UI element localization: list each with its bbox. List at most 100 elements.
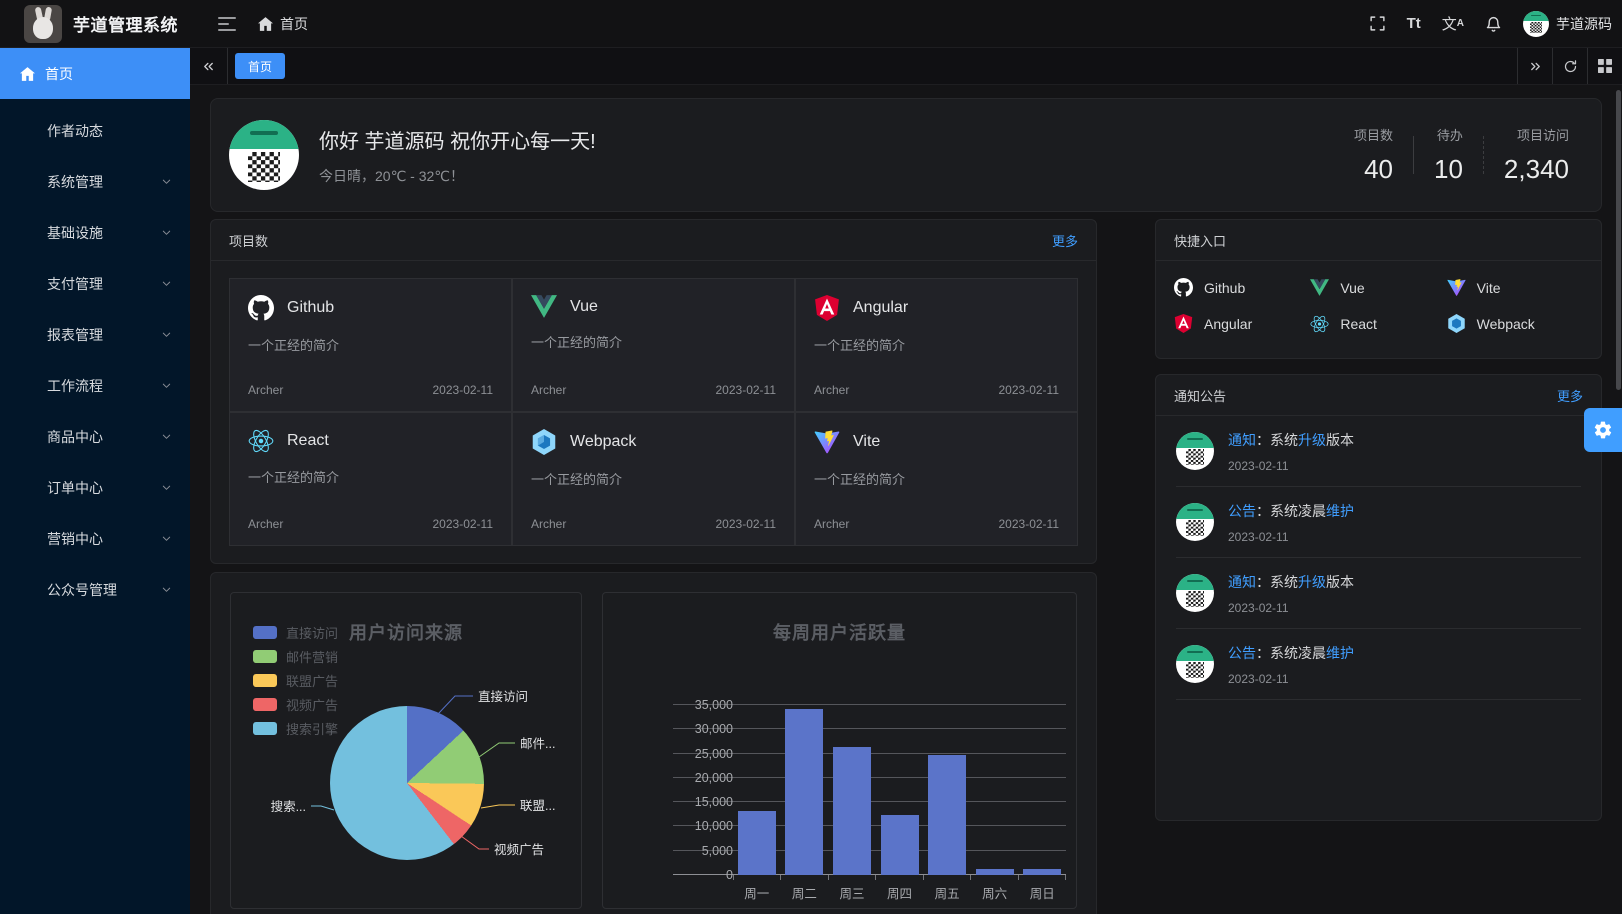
charts-card: 用户访问来源 直接访问 邮件营销 联盟广告 视频广告 搜索引擎 (210, 572, 1097, 914)
grid-layout-icon[interactable] (1587, 48, 1622, 84)
sidebar: 首页 作者动态 系统管理 基础设施 支付管理 报表管理 工作流程 商品中心 (0, 48, 190, 914)
project-date: 2023-02-11 (999, 517, 1060, 531)
qr-avatar (1176, 574, 1214, 612)
sidebar-item-payment[interactable]: 支付管理 (0, 258, 190, 309)
font-size-icon[interactable]: Tt (1407, 15, 1421, 32)
stats: 项目数 40 待办 10 项目访问 2,340 (1354, 125, 1569, 185)
project-date: 2023-02-11 (716, 517, 777, 531)
sidebar-item-system[interactable]: 系统管理 (0, 156, 190, 207)
shortcut-vite[interactable]: Vite (1447, 278, 1583, 297)
sidebar-item-label: 报表管理 (47, 325, 103, 345)
app-logo (24, 5, 62, 43)
tab-home[interactable]: 首页 (235, 53, 285, 79)
vite-icon (1447, 278, 1466, 297)
sidebar-item-label: 系统管理 (47, 172, 103, 192)
notice-item[interactable]: 公告：系统凌晨维护 2023-02-11 (1176, 629, 1581, 700)
shortcuts-card: 快捷入口 Github Vue Vite (1155, 219, 1602, 359)
project-author: Archer (814, 517, 849, 531)
vue-icon (531, 295, 557, 318)
projects-card: 项目数 更多 Github 一个正经的简介 Archer 2023-02-11 (210, 219, 1097, 564)
scrollbar[interactable] (1616, 90, 1621, 390)
app-title: 芋道管理系统 (73, 11, 178, 36)
bar-fri (928, 755, 966, 875)
fullscreen-icon[interactable] (1369, 15, 1386, 32)
project-author: Archer (531, 517, 566, 531)
shortcut-github[interactable]: Github (1174, 278, 1310, 297)
username: 芋道源码 (1556, 14, 1612, 34)
menu-fold-icon[interactable] (218, 16, 236, 32)
svg-text:直接访问: 直接访问 (478, 689, 528, 704)
main-content: 你好 芋道源码 祝你开心每一天! 今日晴，20℃ - 32℃！ 项目数 40 待… (190, 85, 1622, 914)
sidebar-item-label: 作者动态 (47, 121, 103, 141)
shortcut-angular[interactable]: Angular (1174, 314, 1310, 333)
project-date: 2023-02-11 (999, 383, 1060, 397)
divider (1413, 136, 1414, 174)
project-author: Archer (531, 383, 566, 397)
sidebar-item-report[interactable]: 报表管理 (0, 309, 190, 360)
sidebar-item-product-center[interactable]: 商品中心 (0, 411, 190, 462)
angular-icon (814, 295, 840, 321)
sidebar-item-marketing-center[interactable]: 营销中心 (0, 513, 190, 564)
sidebar-item-infrastructure[interactable]: 基础设施 (0, 207, 190, 258)
project-card-vite[interactable]: Vite 一个正经的简介 Archer 2023-02-11 (795, 412, 1078, 546)
qr-avatar (1176, 503, 1214, 541)
chevron-down-icon (161, 227, 172, 238)
breadcrumb[interactable]: 首页 (258, 14, 308, 34)
notice-item[interactable]: 通知：系统升级版本 2023-02-11 (1176, 558, 1581, 629)
project-card-github[interactable]: Github 一个正经的简介 Archer 2023-02-11 (229, 278, 512, 412)
home-icon (20, 67, 35, 81)
collapse-tabs-icon[interactable] (190, 48, 228, 84)
app-header: 芋道管理系统 首页 Tt 文A 芋道源码 (0, 0, 1622, 48)
shortcut-react[interactable]: React (1310, 314, 1446, 333)
stat-projects: 项目数 40 (1354, 125, 1393, 185)
project-card-vue[interactable]: Vue 一个正经的简介 Archer 2023-02-11 (512, 278, 795, 412)
react-icon (248, 429, 274, 453)
sidebar-item-label: 商品中心 (47, 427, 103, 447)
sidebar-item-order-center[interactable]: 订单中心 (0, 462, 190, 513)
bar-plot: 0 5,000 10,000 15,000 20,000 25,000 30,0… (673, 705, 1066, 875)
sidebar-item-label: 公众号管理 (47, 580, 117, 600)
notices-card: 通知公告 更多 通知：系统升级版本 2023-02-11 (1155, 374, 1602, 821)
sidebar-item-label: 支付管理 (47, 274, 103, 294)
webpack-icon (531, 429, 557, 455)
bar-tue (785, 709, 823, 875)
language-icon[interactable]: 文A (1442, 13, 1464, 34)
projects-more-link[interactable]: 更多 (1052, 231, 1078, 250)
notice-item[interactable]: 通知：系统升级版本 2023-02-11 (1176, 416, 1581, 487)
sidebar-item-label: 订单中心 (47, 478, 103, 498)
notices-more-link[interactable]: 更多 (1557, 386, 1583, 405)
shortcut-vue[interactable]: Vue (1310, 278, 1446, 297)
pie-callouts: 直接访问 邮件... 联盟... 视频广告 搜索... (231, 593, 583, 908)
user-menu[interactable]: 芋道源码 (1523, 11, 1612, 37)
bar-wed (833, 747, 871, 875)
project-author: Archer (814, 383, 849, 397)
tab-label: 首页 (248, 58, 272, 75)
react-icon (1310, 315, 1329, 333)
notice-item[interactable]: 公告：系统凌晨维护 2023-02-11 (1176, 487, 1581, 558)
chevron-down-icon (161, 176, 172, 187)
notices-title: 通知公告 (1174, 386, 1226, 405)
project-card-webpack[interactable]: Webpack 一个正经的简介 Archer 2023-02-11 (512, 412, 795, 546)
sidebar-item-home[interactable]: 首页 (0, 48, 190, 99)
svg-text:联盟...: 联盟... (520, 799, 555, 813)
bell-icon[interactable] (1485, 15, 1502, 33)
expand-tabs-icon[interactable] (1517, 48, 1552, 84)
project-author: Archer (248, 517, 283, 531)
bar-chart-title: 每周用户活跃量 (603, 619, 1076, 645)
sidebar-item-label: 基础设施 (47, 223, 103, 243)
stat-todo: 待办 10 (1434, 125, 1463, 185)
project-date: 2023-02-11 (716, 383, 777, 397)
webpack-icon (1447, 314, 1466, 333)
shortcut-webpack[interactable]: Webpack (1447, 314, 1583, 333)
angular-icon (1174, 314, 1193, 333)
x-axis-labels: 周一 周二 周三 周四 周五 周六 周日 (733, 883, 1066, 902)
project-card-angular[interactable]: Angular 一个正经的简介 Archer 2023-02-11 (795, 278, 1078, 412)
sidebar-item-workflow[interactable]: 工作流程 (0, 360, 190, 411)
project-card-react[interactable]: React 一个正经的简介 Archer 2023-02-11 (229, 412, 512, 546)
sidebar-item-author-news[interactable]: 作者动态 (0, 105, 190, 156)
refresh-icon[interactable] (1552, 48, 1587, 84)
sidebar-item-official-account[interactable]: 公众号管理 (0, 564, 190, 615)
chevron-down-icon (161, 482, 172, 493)
user-avatar (1523, 11, 1549, 37)
settings-fab[interactable] (1584, 408, 1622, 452)
